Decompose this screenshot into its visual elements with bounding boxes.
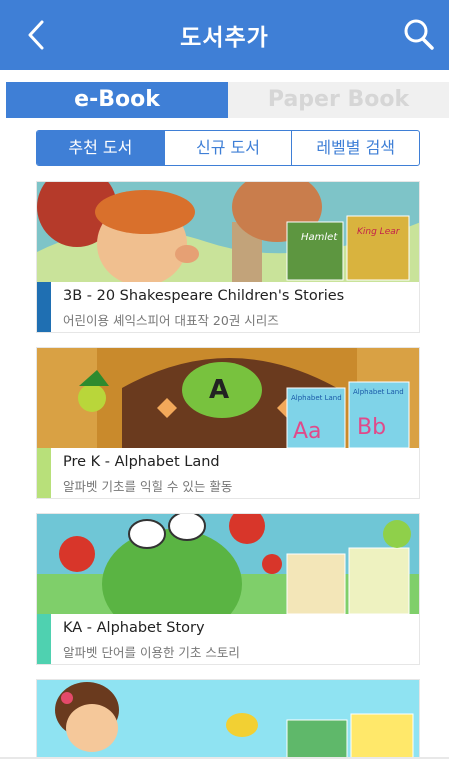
- book-title: Pre K - Alphabet Land: [63, 454, 220, 470]
- book-info: KA - Alphabet Story 알파벳 단어를 이용한 기초 스토리: [37, 614, 419, 664]
- cover-text: King Lear: [357, 227, 401, 237]
- book-banner: [37, 514, 419, 614]
- tab-paper-book[interactable]: Paper Book: [228, 82, 449, 118]
- book-title: 3B - 20 Shakespeare Children's Stories: [63, 288, 345, 304]
- cover-text: A: [209, 375, 229, 405]
- book-subtitle: 어린이용 셰익스피어 대표작 20권 시리즈: [63, 313, 279, 328]
- book-banner: [37, 680, 419, 759]
- accent-bar: [37, 448, 51, 498]
- book-banner: A Alphabet Land Aa Alphabet Land Bb: [37, 348, 419, 448]
- book-card[interactable]: Hamlet King Lear 3B - 20 Shakespeare Chi…: [36, 181, 420, 333]
- category-segmented-control: 추천 도서 신규 도서 레벨별 검색: [36, 130, 420, 166]
- cover-text: Alphabet Land: [353, 388, 404, 396]
- book-info: Pre K - Alphabet Land 알파벳 기초를 익힐 수 있는 활동: [37, 448, 419, 498]
- accent-bar: [37, 614, 51, 664]
- cover-text: Alphabet Land: [291, 394, 342, 402]
- book-info: 3B - 20 Shakespeare Children's Stories 어…: [37, 282, 419, 332]
- book-card[interactable]: KA - Alphabet Story 알파벳 단어를 이용한 기초 스토리: [36, 513, 420, 665]
- app-header: 도서추가: [0, 0, 449, 70]
- search-icon[interactable]: [403, 17, 435, 51]
- page-title: 도서추가: [180, 25, 269, 51]
- tab-recommended[interactable]: 추천 도서: [37, 131, 164, 165]
- book-card[interactable]: A Alphabet Land Aa Alphabet Land Bb Pre …: [36, 347, 420, 499]
- book-card[interactable]: [36, 679, 420, 759]
- book-title: KA - Alphabet Story: [63, 620, 205, 636]
- book-subtitle: 알파벳 기초를 익힐 수 있는 활동: [63, 479, 233, 494]
- cover-text: Bb: [357, 415, 386, 440]
- tab-ebook[interactable]: e-Book: [6, 82, 228, 118]
- cover-text: Aa: [293, 419, 322, 444]
- tab-new[interactable]: 신규 도서: [163, 131, 292, 165]
- cover-text: Hamlet: [301, 232, 338, 243]
- tab-level-search[interactable]: 레벨별 검색: [291, 131, 419, 165]
- book-subtitle: 알파벳 단어를 이용한 기초 스토리: [63, 645, 240, 660]
- media-tabs: e-Book Paper Book: [0, 82, 449, 118]
- book-banner: Hamlet King Lear: [37, 182, 419, 282]
- accent-bar: [37, 282, 51, 332]
